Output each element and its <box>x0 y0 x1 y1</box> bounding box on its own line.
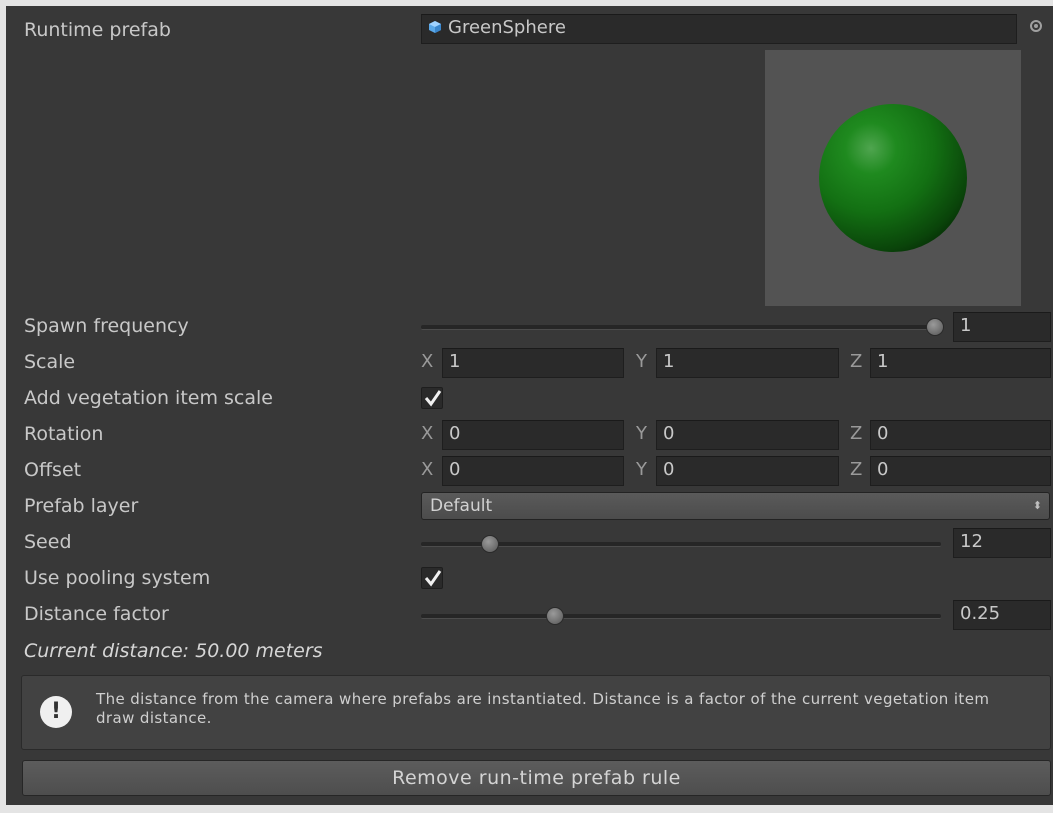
distance-factor-input[interactable]: 0.25 <box>953 600 1051 630</box>
checkmark-icon <box>424 570 442 587</box>
runtime-prefab-rule-panel: Runtime prefab GreenSphere Spawn frequen… <box>6 6 1053 805</box>
offset-x-input[interactable]: 0 <box>442 456 624 486</box>
offset-z-input[interactable]: 0 <box>870 456 1051 486</box>
runtime-prefab-value: GreenSphere <box>448 17 566 38</box>
seed-slider-thumb[interactable] <box>481 535 499 553</box>
seed-slider-track[interactable] <box>421 542 941 547</box>
offset-y-input[interactable]: 0 <box>656 456 839 486</box>
scale-x-label: X <box>421 351 434 372</box>
runtime-prefab-label: Runtime prefab <box>24 19 171 41</box>
spawn-frequency-label: Spawn frequency <box>24 315 189 337</box>
remove-runtime-prefab-rule-button[interactable]: Remove run-time prefab rule <box>22 760 1051 796</box>
exclamation-icon: ! <box>40 696 72 728</box>
rotation-z-label: Z <box>850 423 863 444</box>
prefab-layer-label: Prefab layer <box>24 495 139 517</box>
seed-input[interactable]: 12 <box>953 528 1051 558</box>
prefab-preview <box>765 50 1021 306</box>
scale-label: Scale <box>24 351 76 373</box>
prefab-cube-icon <box>428 16 442 33</box>
green-sphere-preview <box>819 104 967 252</box>
seed-label: Seed <box>24 531 72 553</box>
offset-y-label: Y <box>636 459 647 480</box>
checkmark-icon <box>424 390 442 407</box>
scale-y-label: Y <box>636 351 647 372</box>
distance-factor-label: Distance factor <box>24 603 169 625</box>
distance-factor-slider-thumb[interactable] <box>546 607 564 625</box>
use-pooling-system-label: Use pooling system <box>24 567 211 589</box>
help-box: ! The distance from the camera where pre… <box>21 675 1051 750</box>
rotation-y-label: Y <box>636 423 647 444</box>
help-text: The distance from the camera where prefa… <box>96 690 990 727</box>
scale-x-input[interactable]: 1 <box>442 348 624 378</box>
object-picker-icon[interactable] <box>1030 20 1042 32</box>
use-pooling-system-checkbox[interactable] <box>421 567 443 589</box>
rotation-z-input[interactable]: 0 <box>870 420 1051 450</box>
rotation-x-label: X <box>421 423 434 444</box>
prefab-layer-value: Default <box>430 496 493 516</box>
rotation-label: Rotation <box>24 423 104 445</box>
scale-z-input[interactable]: 1 <box>870 348 1051 378</box>
scale-z-label: Z <box>850 351 863 372</box>
prefab-layer-dropdown[interactable]: Default ⬍ <box>421 492 1050 520</box>
current-distance-text: Current distance: 50.00 meters <box>24 640 323 662</box>
runtime-prefab-field[interactable]: GreenSphere <box>421 14 1017 44</box>
add-vegetation-item-scale-checkbox[interactable] <box>421 387 443 409</box>
spawn-frequency-slider-thumb[interactable] <box>926 318 944 336</box>
spawn-frequency-slider-track[interactable] <box>421 325 941 330</box>
scale-y-input[interactable]: 1 <box>656 348 839 378</box>
offset-z-label: Z <box>850 459 863 480</box>
add-vegetation-item-scale-label: Add vegetation item scale <box>24 387 273 409</box>
rotation-x-input[interactable]: 0 <box>442 420 624 450</box>
offset-label: Offset <box>24 459 82 481</box>
spawn-frequency-input[interactable]: 1 <box>953 312 1051 342</box>
distance-factor-slider-track[interactable] <box>421 614 941 619</box>
dropdown-arrows-icon: ⬍ <box>1032 499 1042 512</box>
offset-x-label: X <box>421 459 434 480</box>
rotation-y-input[interactable]: 0 <box>656 420 839 450</box>
